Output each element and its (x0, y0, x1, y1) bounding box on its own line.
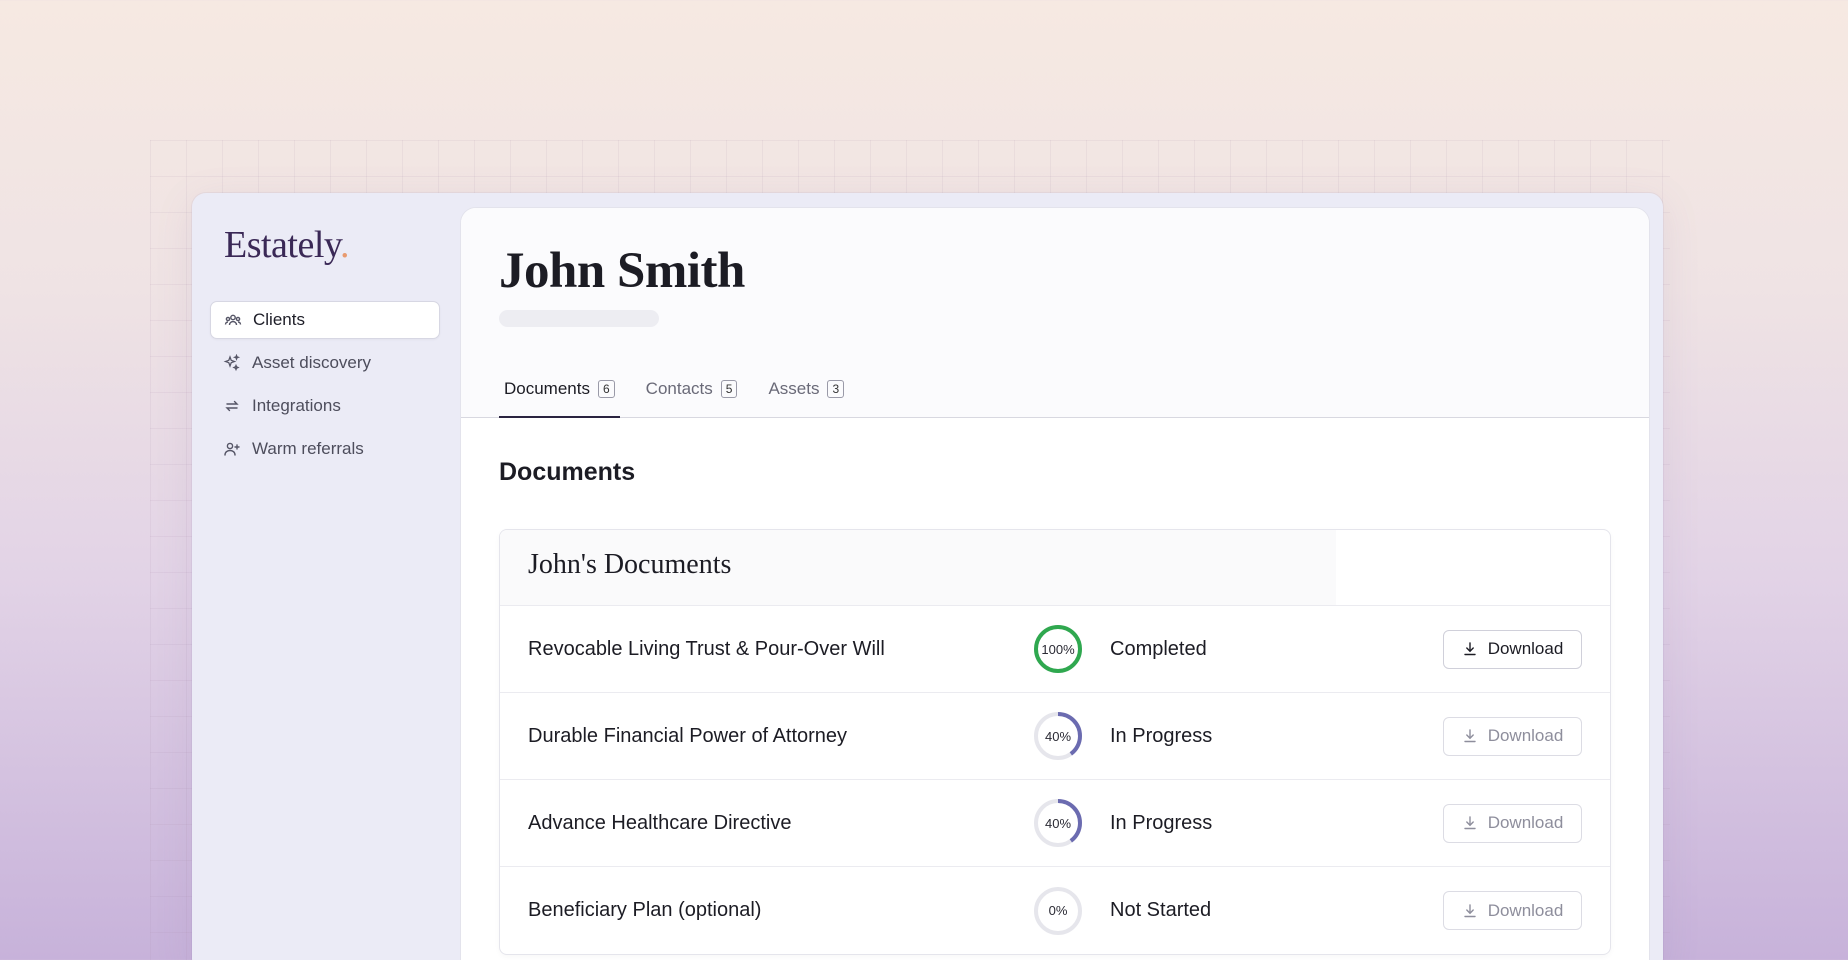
download-label: Download (1487, 726, 1564, 745)
download-label: Download (1487, 639, 1564, 658)
tab-assets[interactable]: Assets 3 (763, 361, 849, 417)
download-button[interactable]: Download (1443, 803, 1582, 843)
main-panel: John Smith Documents 6 Contacts 5 Assets… (460, 207, 1650, 960)
card-header: John's Documents (500, 530, 1610, 606)
document-row: Beneficiary Plan (optional) 0% Not Start… (500, 867, 1610, 954)
count-badge: 3 (827, 380, 845, 398)
tab-documents[interactable]: Documents 6 (499, 361, 620, 418)
sidebar-item-label: Asset discovery (252, 353, 372, 372)
status-text: Completed (1110, 637, 1207, 660)
page-title: John Smith (499, 243, 745, 299)
count-badge: 5 (720, 380, 738, 398)
loading-placeholder (499, 310, 659, 327)
app-window: Estately. Clients Asset discovery Integr… (192, 193, 1663, 960)
client-header: John Smith Documents 6 Contacts 5 Assets… (461, 208, 1649, 418)
document-name: Durable Financial Power of Attorney (528, 724, 848, 747)
users-icon (224, 311, 242, 329)
document-name: Revocable Living Trust & Pour-Over Will (528, 637, 885, 660)
sidebar-item-clients[interactable]: Clients (210, 301, 440, 339)
tab-contacts[interactable]: Contacts 5 (641, 361, 743, 417)
sparkles-icon (223, 354, 241, 372)
download-icon (1462, 728, 1478, 744)
card-title: John's Documents (528, 549, 732, 580)
tab-label: Assets (768, 379, 820, 398)
sidebar-nav: Clients Asset discovery Integrations War… (210, 301, 440, 473)
progress-percent: 40% (1044, 728, 1072, 744)
status-text: In Progress (1110, 724, 1213, 747)
progress-ring: 40% (1033, 798, 1083, 848)
progress-percent: 100% (1041, 641, 1075, 657)
sidebar: Estately. Clients Asset discovery Integr… (192, 193, 460, 960)
download-icon (1462, 815, 1478, 831)
document-name: Advance Healthcare Directive (528, 811, 792, 834)
sidebar-item-label: Clients (253, 310, 305, 329)
document-row: Durable Financial Power of Attorney 40% … (500, 693, 1610, 780)
logo: Estately. (224, 224, 349, 266)
documents-card: John's Documents Revocable Living Trust … (499, 529, 1611, 955)
document-list: Revocable Living Trust & Pour-Over Will … (500, 606, 1610, 954)
status-text: Not Started (1110, 899, 1212, 921)
download-button[interactable]: Download (1443, 629, 1582, 669)
progress-ring: 0% (1033, 886, 1083, 936)
download-button[interactable]: Download (1443, 891, 1582, 930)
sidebar-item-asset-discovery[interactable]: Asset discovery (210, 344, 440, 382)
download-label: Download (1487, 813, 1564, 832)
download-label: Download (1487, 900, 1564, 920)
download-icon (1462, 641, 1478, 657)
progress-percent: 0% (1048, 903, 1068, 918)
tab-label: Contacts (645, 379, 713, 398)
user-plus-icon (223, 440, 241, 458)
tab-label: Documents (504, 379, 590, 398)
sidebar-item-label: Warm referrals (252, 439, 364, 458)
section-title: Documents (499, 458, 636, 486)
count-badge: 6 (597, 380, 615, 398)
download-button[interactable]: Download (1443, 716, 1582, 756)
document-name: Beneficiary Plan (optional) (528, 899, 762, 921)
status-text: In Progress (1110, 811, 1213, 834)
tab-bar: Documents 6 Contacts 5 Assets 3 (499, 361, 870, 418)
sidebar-item-label: Integrations (252, 396, 341, 415)
download-icon (1462, 903, 1478, 919)
sidebar-item-integrations[interactable]: Integrations (210, 387, 440, 425)
documents-content: Documents John's Documents Revocable Liv… (461, 418, 1649, 955)
sidebar-item-warm-referrals[interactable]: Warm referrals (210, 430, 440, 468)
document-row: Advance Healthcare Directive 40% In Prog… (500, 780, 1610, 867)
progress-ring: 100% (1033, 624, 1083, 674)
arrows-swap-icon (223, 397, 241, 415)
progress-ring: 40% (1033, 711, 1083, 761)
document-row: Revocable Living Trust & Pour-Over Will … (500, 606, 1610, 693)
progress-percent: 40% (1044, 815, 1072, 831)
